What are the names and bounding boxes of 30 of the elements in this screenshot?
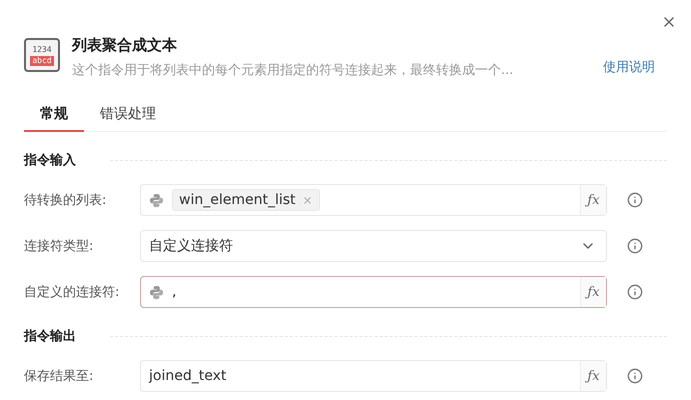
input-field[interactable]: win_element_list ƒx	[140, 184, 607, 216]
input-field[interactable]: , ƒx	[140, 276, 607, 308]
python-icon	[149, 192, 164, 208]
dialog-description: 这个指令用于将列表中的每个元素用指定的符号连接起来，最终转换成一个...	[72, 62, 514, 79]
logo-text: abcd	[30, 56, 54, 66]
logo-text: 1234	[32, 44, 52, 54]
select-field[interactable]: 自定义连接符	[140, 230, 607, 262]
info-icon[interactable]	[627, 192, 643, 208]
dialog-title: 列表聚合成文本	[72, 36, 178, 55]
help-link[interactable]: 使用说明	[603, 58, 655, 76]
python-icon	[149, 284, 164, 300]
input-field[interactable]: joined_text ƒx	[140, 360, 607, 392]
field-label: 保存结果至:	[24, 368, 94, 385]
info-icon[interactable]	[627, 238, 643, 254]
field-label: 待转换的列表:	[24, 192, 108, 209]
field-value: joined_text	[149, 368, 228, 384]
formula-button[interactable]: ƒx	[580, 361, 606, 391]
section-title: 指令输入	[24, 152, 76, 169]
section-title: 指令输出	[24, 328, 76, 345]
tab[interactable]: 错误处理	[84, 99, 172, 132]
select-value: 自定义连接符	[149, 237, 234, 255]
info-icon[interactable]	[627, 284, 643, 300]
formula-button[interactable]: ƒx	[580, 185, 606, 215]
field-label: 自定义的连接符:	[24, 284, 120, 301]
variable-tag[interactable]: win_element_list	[172, 189, 320, 211]
field-label: 连接符类型:	[24, 238, 94, 255]
field-value: ,	[172, 284, 178, 300]
formula-button[interactable]: ƒx	[580, 277, 606, 307]
tab[interactable]: 常规	[24, 99, 84, 132]
info-icon[interactable]	[627, 368, 643, 384]
